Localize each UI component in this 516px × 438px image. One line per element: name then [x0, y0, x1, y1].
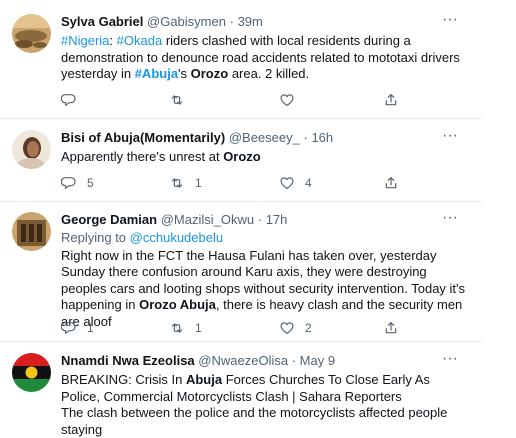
tweet-feed: Sylva Gabriel @Gabisymen · 39m ··· #Nige… [0, 0, 516, 437]
highlighted-term: Orozo Abuja [139, 297, 216, 312]
display-name[interactable]: George Damian [61, 212, 157, 227]
tweet-text: Right now in the FCT the Hausa Fulani ha… [61, 248, 472, 331]
more-icon[interactable]: ··· [442, 128, 458, 144]
like-button[interactable]: 4 [279, 175, 312, 191]
reply-button[interactable] [61, 92, 77, 108]
more-icon[interactable]: ··· [442, 210, 458, 226]
highlighted-term: Orozo [223, 149, 261, 164]
tweet[interactable]: Nnamdi Nwa Ezeolisa @NwaezeOlisa · May 9… [0, 342, 482, 437]
separator-dot: · [257, 212, 263, 227]
highlighted-term: Orozo [190, 66, 229, 81]
timestamp[interactable]: 16h [311, 130, 333, 145]
share-button[interactable] [383, 175, 399, 191]
retweet-button[interactable]: 1 [169, 320, 202, 336]
like-button[interactable]: 2 [279, 320, 312, 336]
reply-count: 1 [87, 321, 94, 335]
tweet-header: Bisi of Abuja(Momentarily) @Beeseey_ · 1… [61, 128, 472, 148]
reply-icon [61, 92, 77, 108]
tweet[interactable]: Bisi of Abuja(Momentarily) @Beeseey_ · 1… [0, 119, 482, 202]
timestamp[interactable]: 39m [238, 14, 263, 29]
share-icon [383, 175, 399, 191]
replying-label: Replying to [61, 230, 130, 245]
text-segment: : [109, 33, 117, 48]
tweet-actions: 1 1 2 [61, 320, 401, 336]
like-button[interactable] [279, 92, 295, 108]
hashtag-link[interactable]: #Abuja [135, 66, 178, 81]
tweet-header: Sylva Gabriel @Gabisymen · 39m ··· [61, 12, 472, 32]
reply-icon [61, 175, 77, 191]
avatar[interactable] [12, 353, 51, 392]
avatar[interactable] [12, 130, 51, 169]
retweet-button[interactable]: 1 [169, 175, 202, 191]
avatar[interactable] [12, 212, 51, 251]
separator-dot: · [291, 353, 297, 368]
share-button[interactable] [383, 320, 399, 336]
reply-button[interactable]: 1 [61, 320, 94, 336]
share-icon [383, 92, 399, 108]
timestamp[interactable]: May 9 [300, 353, 335, 368]
retweet-icon [169, 92, 185, 108]
text-segment: BREAKING: Crisis In [61, 372, 186, 387]
retweet-icon [169, 320, 185, 336]
replying-to: Replying to @cchukudebelu [61, 230, 472, 247]
tweet-text: BREAKING: Crisis In Abuja Forces Churche… [61, 372, 472, 438]
display-name[interactable]: Nnamdi Nwa Ezeolisa [61, 353, 195, 368]
tweet-text: #Nigeria: #Okada riders clashed with loc… [61, 33, 472, 83]
separator-dot: · [303, 130, 308, 145]
heart-icon [279, 320, 295, 336]
retweet-button[interactable] [169, 92, 185, 108]
tweet[interactable]: George Damian @Mazilsi_Okwu · 17h ··· Re… [0, 202, 482, 342]
reply-icon [61, 320, 77, 336]
heart-icon [279, 92, 295, 108]
separator-dot: · [229, 14, 234, 29]
more-icon[interactable]: ··· [442, 12, 458, 28]
timestamp[interactable]: 17h [266, 212, 288, 227]
tweet-header: George Damian @Mazilsi_Okwu · 17h ··· [61, 210, 472, 230]
share-icon [383, 320, 399, 336]
text-segment: 's [178, 66, 191, 81]
replying-to-handle[interactable]: @cchukudebelu [130, 230, 223, 245]
like-count: 4 [305, 176, 312, 190]
user-handle[interactable]: @Beeseey_ [229, 130, 300, 145]
avatar[interactable] [12, 14, 51, 53]
retweet-icon [169, 175, 185, 191]
text-segment: area. 2 killed. [228, 66, 310, 81]
hashtag-link[interactable]: #Nigeria [61, 33, 109, 48]
text-segment: The clash between the police and the mot… [61, 405, 448, 437]
tweet-header: Nnamdi Nwa Ezeolisa @NwaezeOlisa · May 9… [61, 351, 472, 371]
tweet-actions: 5 1 4 [61, 175, 401, 191]
reply-button[interactable]: 5 [61, 175, 94, 191]
share-button[interactable] [383, 92, 399, 108]
user-handle[interactable]: @NwaezeOlisa [198, 353, 288, 368]
highlighted-term: Abuja [185, 372, 223, 387]
hashtag-link[interactable]: #Okada [117, 33, 163, 48]
tweet-actions [61, 92, 401, 108]
retweet-count: 1 [195, 321, 202, 335]
user-handle[interactable]: @Gabisymen [147, 14, 226, 29]
text-segment: Apparently there's unrest at [61, 149, 224, 164]
display-name[interactable]: Bisi of Abuja(Momentarily) [61, 130, 225, 145]
tweet[interactable]: Sylva Gabriel @Gabisymen · 39m ··· #Nige… [0, 0, 482, 119]
reply-count: 5 [87, 176, 94, 190]
more-icon[interactable]: ··· [442, 351, 458, 367]
tweet-text: Apparently there's unrest at Orozo [61, 149, 472, 166]
display-name[interactable]: Sylva Gabriel [61, 14, 143, 29]
like-count: 2 [305, 321, 312, 335]
heart-icon [279, 175, 295, 191]
user-handle[interactable]: @Mazilsi_Okwu [161, 212, 254, 227]
retweet-count: 1 [195, 176, 202, 190]
